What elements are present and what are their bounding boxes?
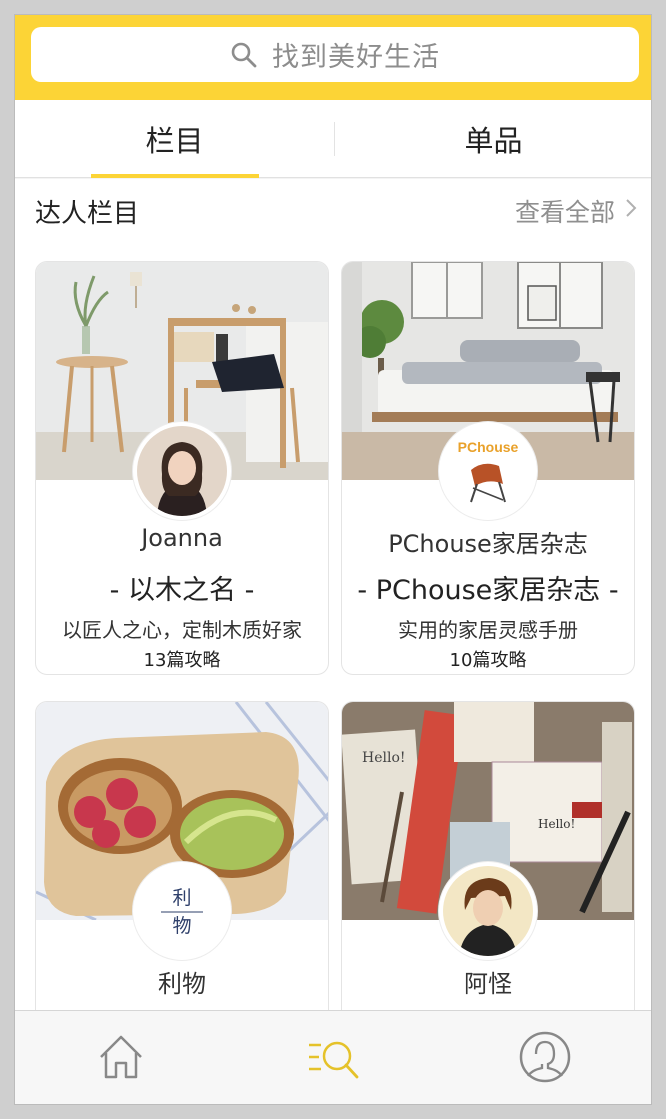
card-name: 阿怪 [464,970,512,998]
svg-text:Hello!: Hello! [362,750,406,766]
card-name: Joanna [141,524,223,552]
top-bar: 找到美好生活 [15,15,651,100]
avatar [439,862,537,960]
profile-icon [518,1030,572,1088]
app-screen: 找到美好生活 栏目 单品 达人栏目 查看全部 Joanna - 以木之名 - 以… [14,14,652,1105]
nav-profile[interactable] [439,1011,651,1104]
nav-home[interactable] [15,1011,227,1104]
section-header: 达人栏目 查看全部 [15,179,651,243]
card-description: 以匠人之心，定制木质好家 [62,618,302,642]
chevron-right-icon [625,197,637,225]
brand-logo: 利 物 [133,862,231,960]
card-column-title: - 以木之名 - [109,575,255,606]
pchouse-logo-text: PChouse [458,439,519,455]
discover-icon [305,1031,361,1087]
tab-columns[interactable]: 栏目 [15,100,334,178]
tab-bar: 栏目 单品 [15,100,651,178]
card-name: 利物 [158,970,206,998]
search-bar[interactable]: 找到美好生活 [31,27,639,82]
expert-card[interactable]: 利 物 利物 [35,701,329,1031]
card-article-count: 13篇攻略 [143,650,221,671]
section-title: 达人栏目 [35,199,140,229]
active-tab-indicator [91,174,259,178]
card-description: 实用的家居灵感手册 [398,618,578,642]
svg-text:物: 物 [172,915,191,937]
svg-text:利: 利 [172,887,191,909]
card-article-count: 10篇攻略 [449,650,527,671]
brand-logo: PChouse [439,422,537,520]
card-name: PChouse家居杂志 [388,530,588,558]
expert-card[interactable]: Joanna - 以木之名 - 以匠人之心，定制木质好家 13篇攻略 [35,261,329,675]
tab-items[interactable]: 单品 [334,100,651,178]
search-icon [230,41,258,69]
avatar [133,422,231,520]
view-all-label: 查看全部 [514,198,615,227]
home-icon [95,1031,147,1087]
svg-text:Hello!: Hello! [538,817,575,831]
nav-discover[interactable] [227,1011,439,1104]
search-placeholder: 找到美好生活 [272,42,440,73]
bottom-nav [15,1010,651,1104]
expert-card[interactable]: Hello! Hello! 阿怪 [341,701,635,1031]
view-all-link[interactable]: 查看全部 [515,193,637,229]
card-column-title: - PChouse家居杂志 - [357,575,619,606]
expert-card[interactable]: PChouse PChouse家居杂志 - PChouse家居杂志 - 实用的家… [341,261,635,675]
